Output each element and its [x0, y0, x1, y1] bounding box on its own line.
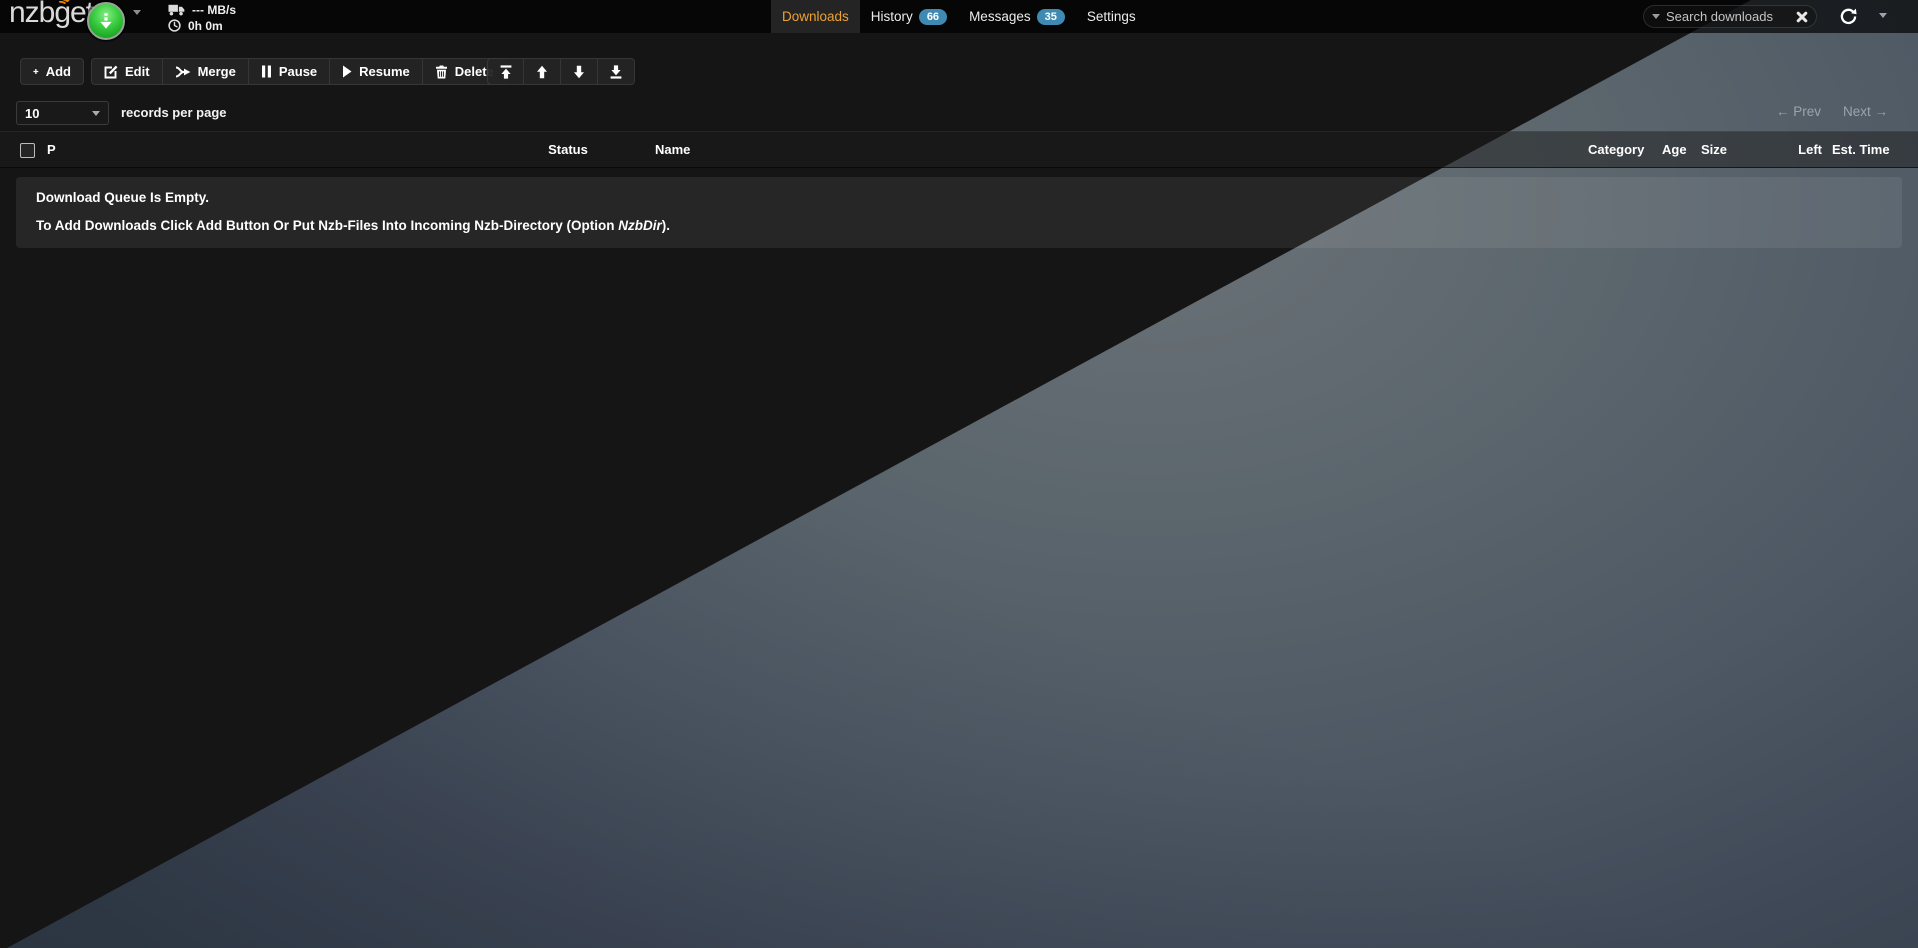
arrow-down-icon — [572, 65, 586, 79]
time-left-value: 0h 0m — [188, 19, 223, 33]
time-row: 0h 0m — [168, 18, 236, 33]
column-age[interactable]: Age — [1662, 142, 1687, 157]
merge-button[interactable]: Merge — [163, 58, 249, 85]
play-icon — [342, 65, 352, 78]
empty-queue-hint-suffix: ). — [662, 218, 670, 233]
search-clear-button[interactable] — [1796, 11, 1808, 23]
select-caret-icon — [92, 111, 100, 116]
records-per-page-label: records per page — [121, 105, 227, 120]
nav-menu-caret-icon[interactable] — [1879, 13, 1887, 18]
tab-history-label: History — [871, 9, 913, 24]
messages-count-badge: 35 — [1037, 9, 1065, 25]
queue-toolbar: Add Edit Merge — [0, 58, 1918, 85]
move-to-bottom-button[interactable] — [598, 58, 635, 85]
move-buttons-group — [487, 58, 635, 85]
column-name[interactable]: Name — [655, 142, 690, 157]
queue-actions-group: Edit Merge Pause Resume — [91, 58, 507, 85]
speed-row: --- MB/s — [168, 2, 236, 17]
plus-icon — [33, 65, 39, 78]
tab-messages-label: Messages — [969, 9, 1031, 24]
column-category[interactable]: Category — [1588, 142, 1644, 157]
records-per-page-select[interactable]: 10 — [16, 101, 109, 125]
move-down-button[interactable] — [561, 58, 598, 85]
history-count-badge: 66 — [919, 9, 947, 25]
move-up-button[interactable] — [524, 58, 561, 85]
search-input[interactable] — [1666, 9, 1790, 24]
empty-queue-hint-option: NzbDir — [618, 218, 662, 233]
add-button-label: Add — [46, 64, 71, 79]
empty-queue-title: Download Queue Is Empty. — [36, 190, 1882, 206]
top-navbar: nzbget --- MB/s — [0, 0, 1918, 33]
refresh-icon — [1839, 7, 1858, 26]
tab-downloads[interactable]: Downloads — [771, 0, 860, 33]
column-size[interactable]: Size — [1701, 142, 1727, 157]
pause-button[interactable]: Pause — [249, 58, 330, 85]
next-page-link[interactable]: Next → — [1843, 104, 1888, 119]
arrow-up-icon — [535, 65, 549, 79]
pagination: ← Prev Next → — [1776, 104, 1888, 119]
column-status[interactable]: Status — [540, 142, 596, 157]
pause-icon — [261, 65, 272, 78]
pause-resume-all-button[interactable] — [87, 2, 125, 40]
column-left[interactable]: Left — [1768, 142, 1822, 157]
add-button[interactable]: Add — [20, 58, 84, 85]
status-summary: --- MB/s 0h 0m — [168, 2, 236, 33]
merge-button-label: Merge — [198, 64, 236, 79]
clear-x-icon — [1796, 11, 1808, 23]
empty-queue-hint: To Add Downloads Click Add Button Or Put… — [36, 218, 1882, 234]
empty-queue-panel: Download Queue Is Empty. To Add Download… — [16, 177, 1902, 248]
tab-settings[interactable]: Settings — [1076, 0, 1147, 33]
nzbget-app: nzbget --- MB/s — [0, 0, 1918, 948]
tab-downloads-label: Downloads — [782, 9, 849, 24]
edit-icon — [104, 65, 118, 79]
empty-queue-hint-prefix: To Add Downloads Click Add Button Or Put… — [36, 218, 618, 233]
resume-button[interactable]: Resume — [330, 58, 423, 85]
search-options-caret-icon[interactable] — [1652, 14, 1660, 19]
pager-row: 10 records per page ← Prev Next → — [0, 101, 1918, 125]
select-all-checkbox[interactable] — [20, 143, 35, 158]
tab-messages[interactable]: Messages 35 — [958, 0, 1076, 33]
truck-icon — [168, 4, 185, 16]
clock-icon — [168, 19, 181, 32]
download-arrow-icon — [96, 11, 116, 31]
app-logo-text: nzbget — [9, 0, 93, 29]
column-est-time[interactable]: Est. Time — [1832, 142, 1890, 157]
column-priority[interactable]: P — [47, 142, 56, 157]
tab-history[interactable]: History 66 — [860, 0, 958, 33]
records-per-page-value: 10 — [25, 106, 39, 121]
arrow-to-bottom-icon — [609, 65, 623, 79]
speed-limit-caret-icon[interactable] — [133, 10, 141, 15]
main-nav: Downloads History 66 Messages 35 Setting… — [771, 0, 1147, 33]
move-to-top-button[interactable] — [487, 58, 524, 85]
app-logo: nzbget — [9, 0, 93, 30]
trash-icon — [435, 65, 448, 79]
tab-settings-label: Settings — [1087, 9, 1136, 24]
search-box — [1643, 5, 1817, 28]
queue-table-header: P Status Name Category Age Size Left Est… — [0, 131, 1918, 168]
arrow-to-top-icon — [499, 65, 513, 79]
edit-button[interactable]: Edit — [91, 58, 163, 85]
pause-button-label: Pause — [279, 64, 317, 79]
merge-icon — [175, 65, 191, 79]
resume-button-label: Resume — [359, 64, 410, 79]
refresh-button[interactable] — [1839, 7, 1858, 26]
edit-button-label: Edit — [125, 64, 150, 79]
prev-page-link[interactable]: ← Prev — [1776, 104, 1821, 119]
download-speed-value: --- MB/s — [192, 3, 236, 17]
